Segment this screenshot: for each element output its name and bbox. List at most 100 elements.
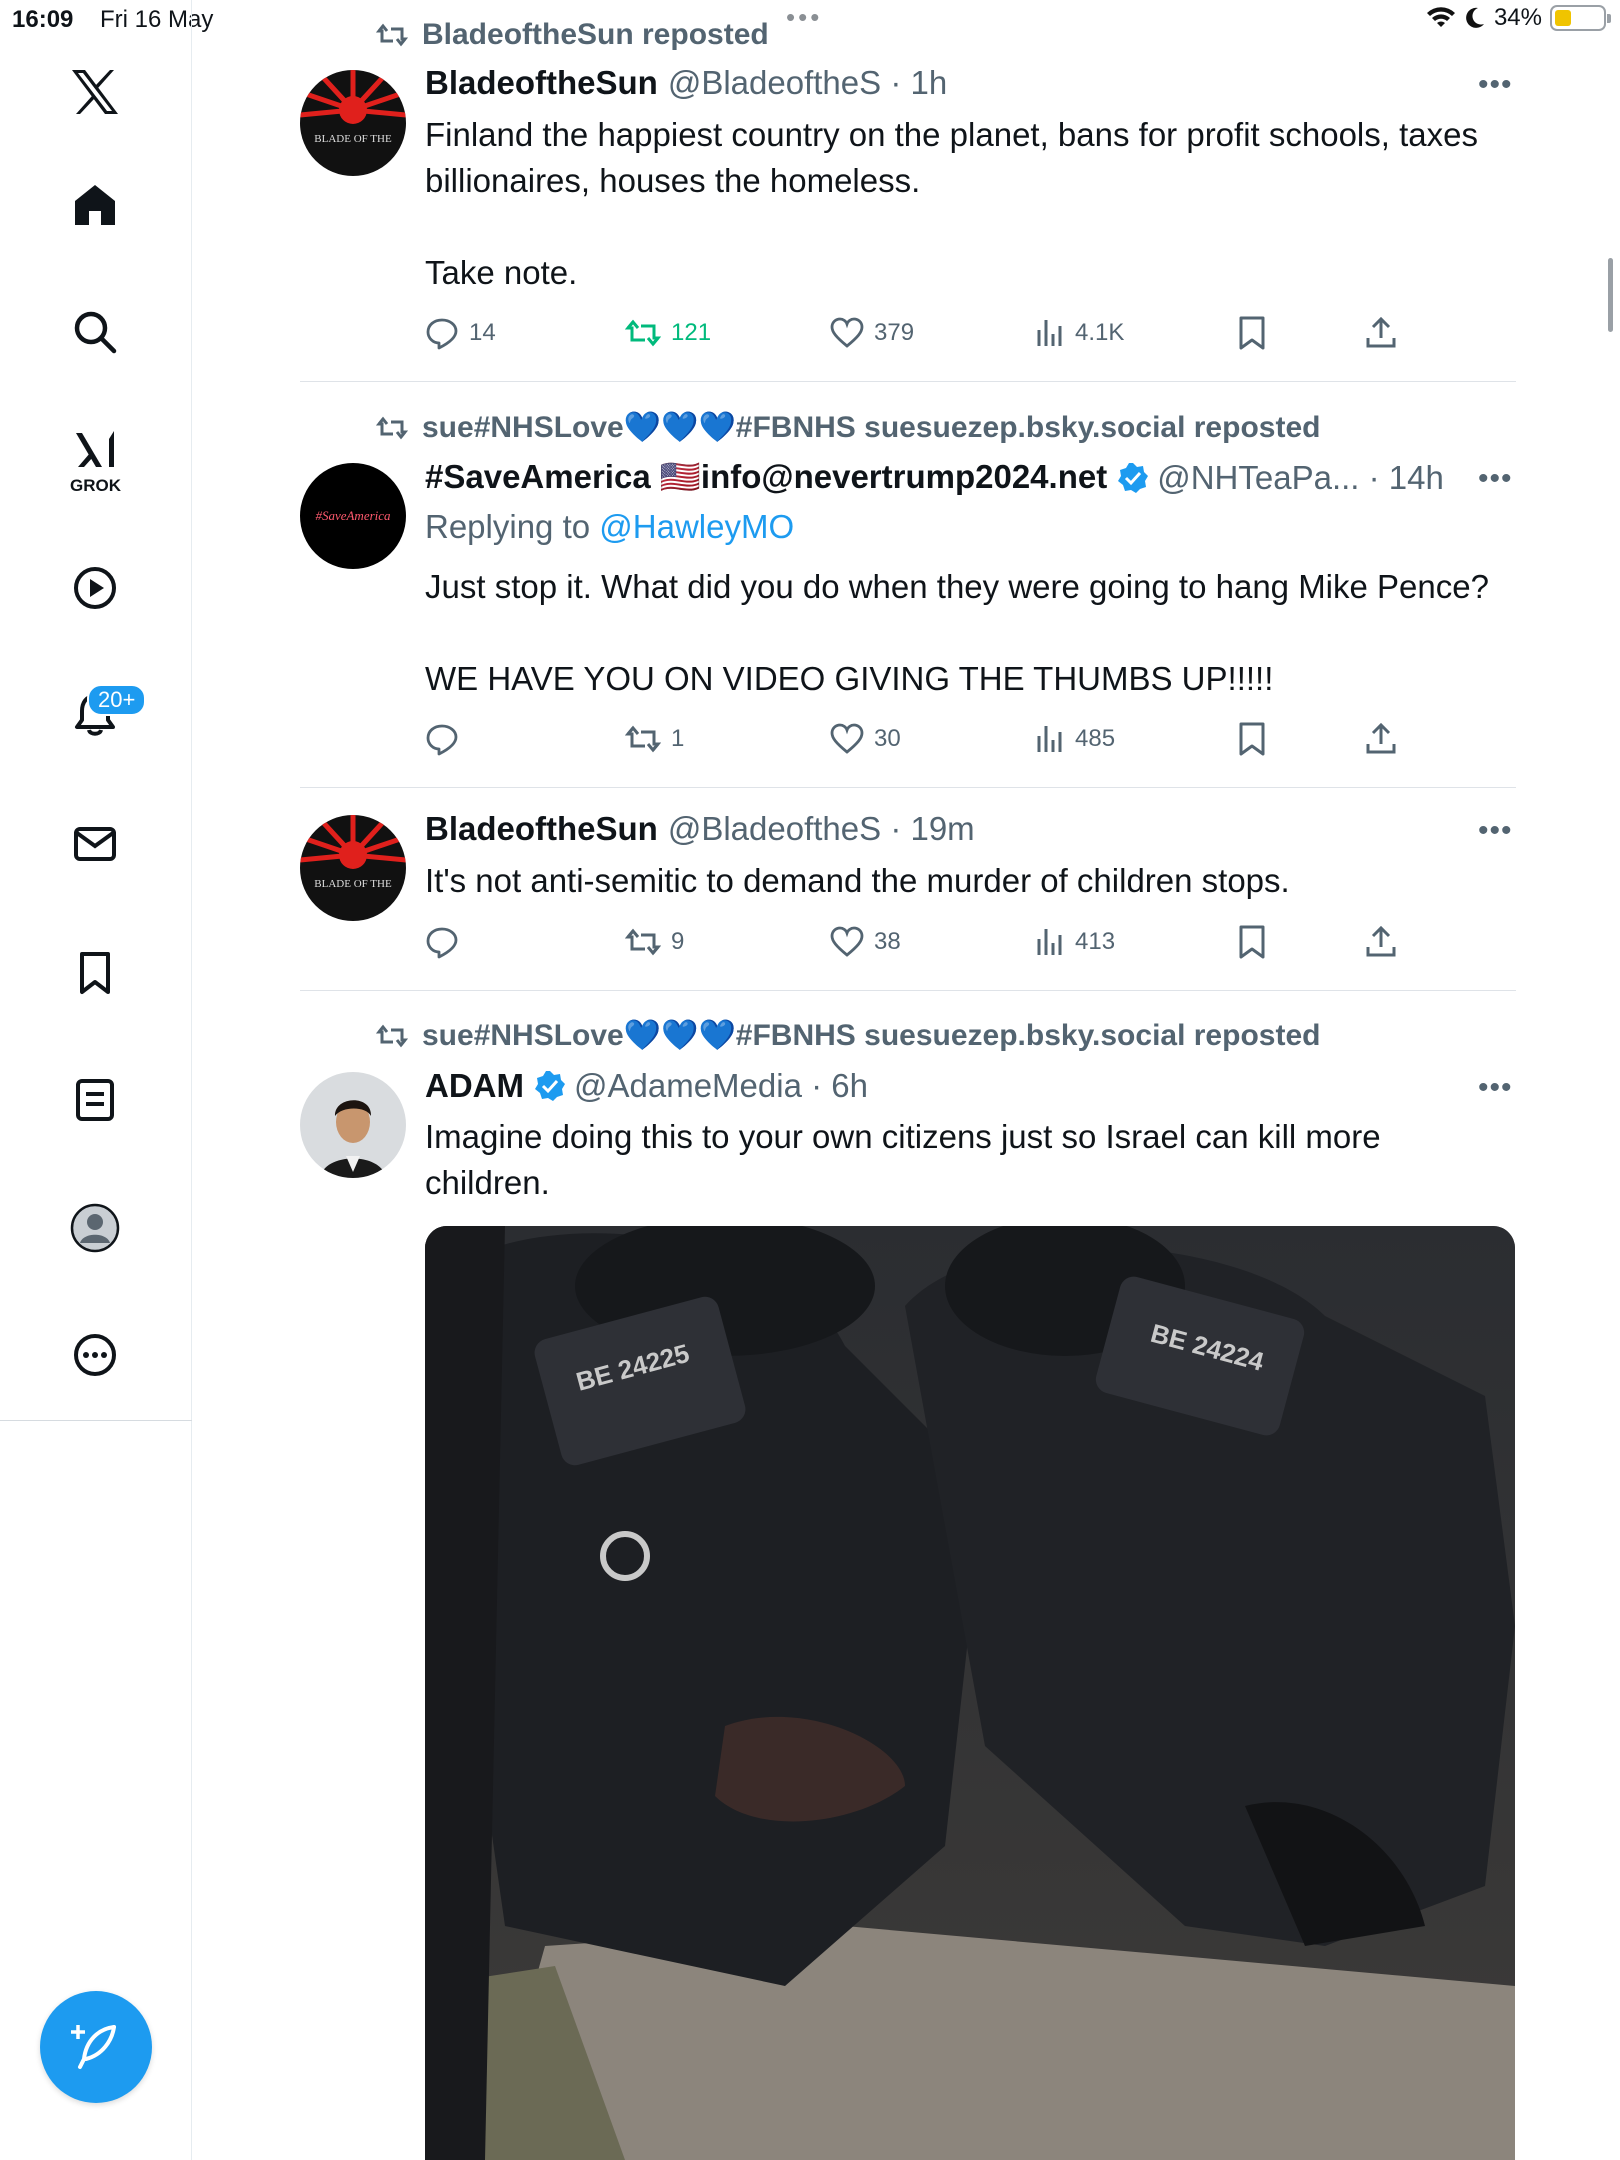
- like-button[interactable]: 379: [830, 313, 914, 353]
- avatar[interactable]: [300, 1072, 406, 1178]
- author-name[interactable]: BladeoftheSun: [425, 64, 658, 102]
- post-more-icon[interactable]: •••: [1478, 814, 1513, 848]
- bookmark-button[interactable]: [1237, 922, 1267, 962]
- views-button[interactable]: 485: [1035, 719, 1115, 759]
- battery-percent: 34%: [1493, 4, 1542, 31]
- sidebar-divider: [0, 1420, 192, 1421]
- author-handle-time[interactable]: @AdameMedia · 6h: [574, 1067, 868, 1105]
- share-button[interactable]: [1365, 313, 1397, 353]
- like-count: 38: [874, 928, 901, 955]
- repost-count: 1: [671, 725, 685, 752]
- reply-icon: [426, 724, 458, 756]
- repost-indicator: sue#NHSLove💙💙💙#FBNHS suesuezep.bsky.soci…: [376, 410, 1320, 445]
- avatar[interactable]: #SaveAmerica: [300, 463, 406, 569]
- like-button[interactable]: 30: [830, 719, 901, 759]
- reply-count: 14: [469, 319, 496, 346]
- share-icon: [1366, 925, 1396, 957]
- post-header: ADAM @AdameMedia · 6h: [425, 1067, 868, 1105]
- search-icon[interactable]: [65, 302, 125, 362]
- heart-icon: [830, 317, 864, 348]
- like-count: 379: [874, 319, 915, 346]
- views-button[interactable]: 413: [1035, 922, 1115, 962]
- avatar[interactable]: BLADE OF THE: [300, 70, 406, 176]
- post-more-icon[interactable]: •••: [1478, 462, 1513, 496]
- reply-button[interactable]: [425, 719, 469, 759]
- post-header: BladeoftheSun @BladeoftheS · 19m: [425, 810, 975, 848]
- post-text: It's not anti-semitic to demand the murd…: [425, 862, 1290, 899]
- post-video[interactable]: BE 24225 BE 24224: [425, 1226, 1515, 2160]
- home-icon[interactable]: [65, 175, 125, 235]
- share-icon: [1366, 316, 1396, 348]
- repost-count: 9: [671, 928, 685, 955]
- grok-icon[interactable]: [65, 420, 125, 480]
- heart-icon: [830, 926, 864, 957]
- like-button[interactable]: 38: [830, 922, 901, 962]
- post-more-icon[interactable]: •••: [1478, 68, 1513, 102]
- author-handle-time[interactable]: @BladeoftheS · 1h: [668, 64, 947, 102]
- post-text: Finland the happiest country on the plan…: [425, 116, 1478, 291]
- reply-button[interactable]: [425, 922, 469, 962]
- moon-icon: [1466, 7, 1484, 28]
- repost-button[interactable]: 9: [625, 922, 684, 962]
- author-name[interactable]: #SaveAmerica 🇺🇸info@nevertrump2024.net: [425, 458, 1107, 497]
- views-icon: [1037, 726, 1062, 752]
- feed-scrollbar[interactable]: [1608, 258, 1613, 332]
- heart-icon: [830, 723, 864, 754]
- more-icon[interactable]: [65, 1325, 125, 1385]
- author-handle-time[interactable]: @NHTeaPa... · 14h: [1157, 459, 1444, 497]
- repost-small-icon: [376, 416, 408, 439]
- post-actions: 9 38 413: [425, 922, 1425, 962]
- author-name[interactable]: ADAM: [425, 1067, 524, 1105]
- reply-icon: [426, 318, 458, 350]
- battery-icon: [1550, 5, 1611, 31]
- repost-indicator: sue#NHSLove💙💙💙#FBNHS suesuezep.bsky.soci…: [376, 1018, 1320, 1053]
- profile-icon[interactable]: [65, 1198, 125, 1258]
- lists-icon[interactable]: [65, 1070, 125, 1130]
- compose-feather-icon: [71, 2025, 116, 2069]
- multitask-dots-icon[interactable]: •••: [786, 2, 822, 33]
- share-button[interactable]: [1365, 719, 1397, 759]
- views-count: 485: [1075, 725, 1116, 752]
- share-icon: [1366, 722, 1396, 754]
- bookmark-button[interactable]: [1237, 313, 1267, 353]
- reply-button[interactable]: 14: [425, 313, 496, 353]
- compose-post-button[interactable]: [40, 1991, 152, 2103]
- avatar[interactable]: BLADE OF THE: [300, 815, 406, 921]
- views-count: 4.1K: [1075, 319, 1125, 346]
- post-more-icon[interactable]: •••: [1478, 1071, 1513, 1105]
- repost-indicator: BladeoftheSun reposted: [376, 18, 769, 52]
- views-icon: [1037, 929, 1062, 955]
- repost-count: 121: [671, 319, 712, 346]
- replying-to-link[interactable]: @HawleyMO: [599, 508, 794, 545]
- repost-small-icon: [376, 1024, 408, 1047]
- repost-button[interactable]: 1: [625, 719, 684, 759]
- post-text: Just stop it. What did you do when they …: [425, 568, 1489, 697]
- repost-label: sue#NHSLove💙💙💙#FBNHS suesuezep.bsky.soci…: [422, 1019, 1321, 1052]
- svg-text:BLADE OF THE: BLADE OF THE: [314, 133, 392, 145]
- post-text: Imagine doing this to your own citizens …: [425, 1118, 1381, 1201]
- bookmark-icon[interactable]: [65, 943, 125, 1003]
- author-handle-time[interactable]: @BladeoftheS · 19m: [668, 810, 975, 848]
- svg-text:BLADE OF THE: BLADE OF THE: [314, 878, 392, 890]
- grok-label: GROK: [70, 476, 121, 495]
- bookmark-button[interactable]: [1237, 719, 1267, 759]
- post-actions: 14 121 379 4.1K: [425, 313, 1425, 353]
- repost-label: sue#NHSLove💙💙💙#FBNHS suesuezep.bsky.soci…: [422, 411, 1321, 444]
- x-logo-icon[interactable]: [65, 62, 125, 122]
- reply-icon: [426, 927, 458, 959]
- author-name[interactable]: BladeoftheSun: [425, 810, 658, 848]
- post-divider: [300, 990, 1516, 991]
- replying-to: Replying to @HawleyMO: [425, 508, 794, 546]
- views-icon: [1037, 320, 1062, 346]
- like-count: 30: [874, 725, 901, 752]
- mail-icon[interactable]: [65, 814, 125, 874]
- share-button[interactable]: [1365, 922, 1397, 962]
- post-header: BladeoftheSun @BladeoftheS · 1h: [425, 64, 947, 102]
- verified-badge-icon: [1118, 462, 1149, 493]
- views-count: 413: [1075, 928, 1116, 955]
- repost-button[interactable]: 121: [625, 313, 711, 353]
- views-button[interactable]: 4.1K: [1035, 313, 1124, 353]
- post-actions: 1 30 485: [425, 719, 1425, 759]
- repost-small-icon: [376, 23, 408, 47]
- video-icon[interactable]: [65, 558, 125, 618]
